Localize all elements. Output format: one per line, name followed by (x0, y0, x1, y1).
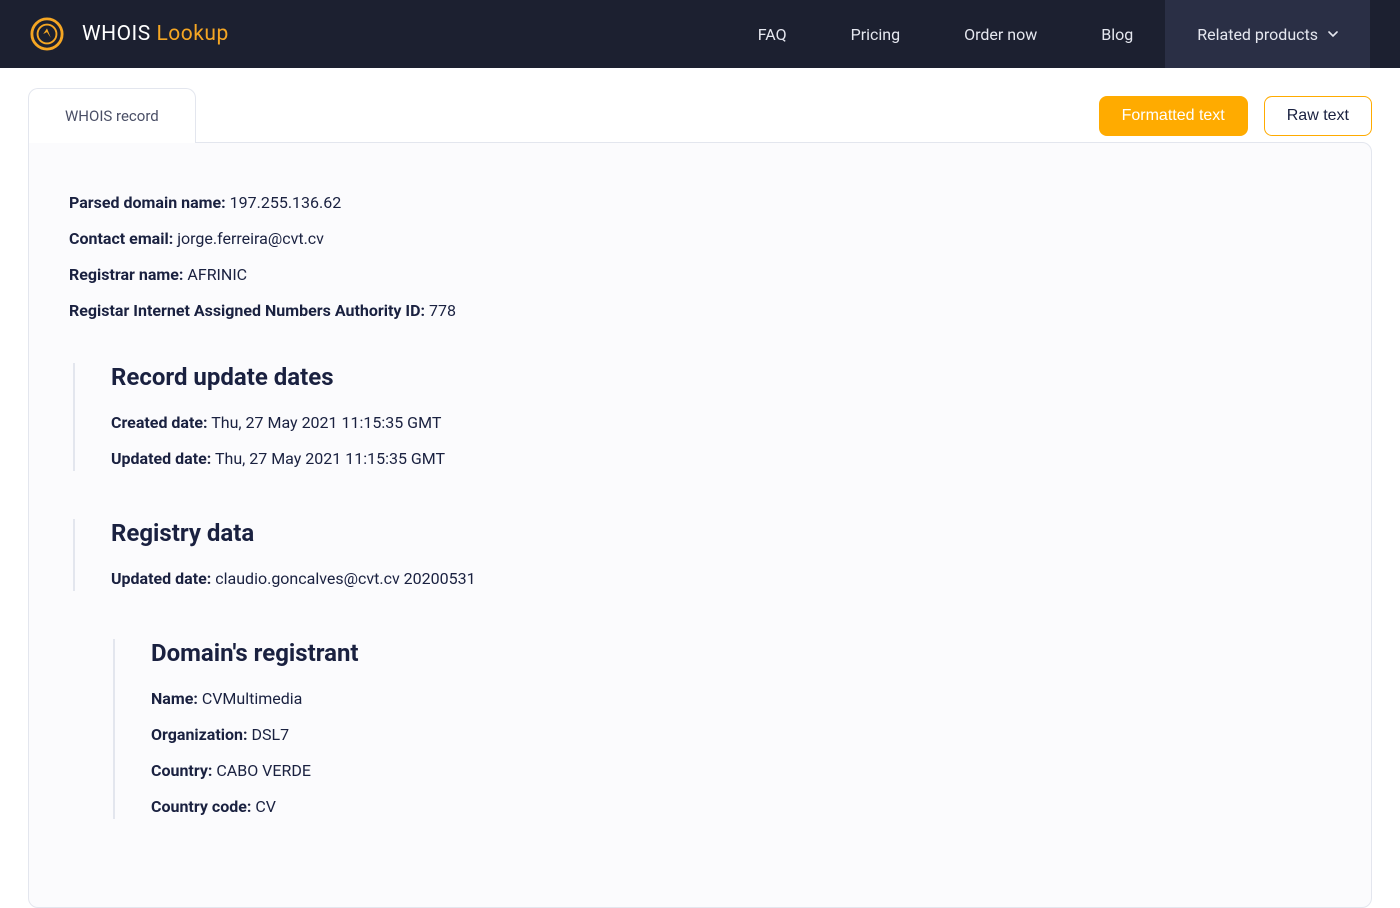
label-registrar-name: Registrar name: (69, 265, 183, 284)
kv-updated-date: Updated date: Thu, 27 May 2021 11:15:35 … (111, 447, 1331, 471)
tabs-row: WHOIS record Formatted text Raw text (28, 88, 1372, 143)
label-registrant-cc: Country code: (151, 797, 251, 816)
raw-text-button[interactable]: Raw text (1264, 96, 1372, 136)
brand-logo-icon (30, 17, 64, 51)
nav-blog[interactable]: Blog (1069, 0, 1165, 68)
label-parsed-domain: Parsed domain name: (69, 193, 226, 212)
value-registrant-cc: CV (255, 797, 276, 816)
heading-domain-registrant: Domain's registrant (151, 639, 1331, 667)
kv-registrar-name: Registrar name: AFRINIC (69, 263, 1331, 287)
section-record-update-dates: Record update dates Created date: Thu, 2… (73, 363, 1331, 471)
nav-related-label: Related products (1197, 25, 1318, 44)
section-registry-data: Registry data Updated date: claudio.gonc… (73, 519, 1331, 591)
chevron-down-icon (1328, 29, 1338, 39)
tab-whois-record[interactable]: WHOIS record (28, 88, 196, 143)
kv-created-date: Created date: Thu, 27 May 2021 11:15:35 … (111, 411, 1331, 435)
value-registrant-name: CVMultimedia (202, 689, 303, 708)
heading-record-updates: Record update dates (111, 363, 1331, 391)
value-registrar-name: AFRINIC (187, 265, 247, 284)
label-registry-updated: Updated date: (111, 569, 211, 588)
value-iana-id: 778 (429, 301, 456, 320)
value-created-date: Thu, 27 May 2021 11:15:35 GMT (211, 413, 441, 432)
kv-contact-email: Contact email: jorge.ferreira@cvt.cv (69, 227, 1331, 251)
section-domain-registrant: Domain's registrant Name: CVMultimedia O… (113, 639, 1331, 819)
brand-wrap[interactable]: WHOIS Lookup (30, 17, 229, 51)
brand-word1: WHOIS (82, 22, 151, 46)
kv-registrant-org: Organization: DSL7 (151, 723, 1331, 747)
kv-parsed-domain: Parsed domain name: 197.255.136.62 (69, 191, 1331, 215)
label-iana-id: Registar Internet Assigned Numbers Autho… (69, 301, 425, 320)
top-kv-list: Parsed domain name: 197.255.136.62 Conta… (69, 191, 1331, 323)
nav-order-now[interactable]: Order now (932, 0, 1069, 68)
label-created-date: Created date: (111, 413, 208, 432)
brand-word2: Lookup (156, 22, 228, 46)
heading-registry-data: Registry data (111, 519, 1331, 547)
value-registrant-org: DSL7 (251, 725, 289, 744)
label-registrant-org: Organization: (151, 725, 248, 744)
value-registry-updated: claudio.goncalves@cvt.cv 20200531 (215, 569, 475, 588)
top-header: WHOIS Lookup FAQ Pricing Order now Blog … (0, 0, 1400, 68)
label-updated-date: Updated date: (111, 449, 211, 468)
label-contact-email: Contact email: (69, 229, 173, 248)
kv-registrant-cc: Country code: CV (151, 795, 1331, 819)
page-content: WHOIS record Formatted text Raw text Par… (0, 68, 1400, 908)
value-contact-email: jorge.ferreira@cvt.cv (177, 229, 324, 248)
main-nav: FAQ Pricing Order now Blog Related produ… (726, 0, 1370, 68)
kv-registrant-name: Name: CVMultimedia (151, 687, 1331, 711)
value-registrant-country: CABO VERDE (216, 761, 311, 780)
label-registrant-country: Country: (151, 761, 212, 780)
value-updated-date: Thu, 27 May 2021 11:15:35 GMT (215, 449, 445, 468)
kv-registry-updated: Updated date: claudio.goncalves@cvt.cv 2… (111, 567, 1331, 591)
formatted-text-button[interactable]: Formatted text (1099, 96, 1248, 136)
value-parsed-domain: 197.255.136.62 (230, 193, 342, 212)
nav-pricing[interactable]: Pricing (819, 0, 933, 68)
nav-faq[interactable]: FAQ (726, 0, 819, 68)
brand-text: WHOIS Lookup (82, 22, 229, 46)
kv-registrant-country: Country: CABO VERDE (151, 759, 1331, 783)
label-registrant-name: Name: (151, 689, 198, 708)
nav-related-products[interactable]: Related products (1165, 0, 1370, 68)
record-panel: Parsed domain name: 197.255.136.62 Conta… (28, 142, 1372, 908)
kv-iana-id: Registar Internet Assigned Numbers Autho… (69, 299, 1331, 323)
